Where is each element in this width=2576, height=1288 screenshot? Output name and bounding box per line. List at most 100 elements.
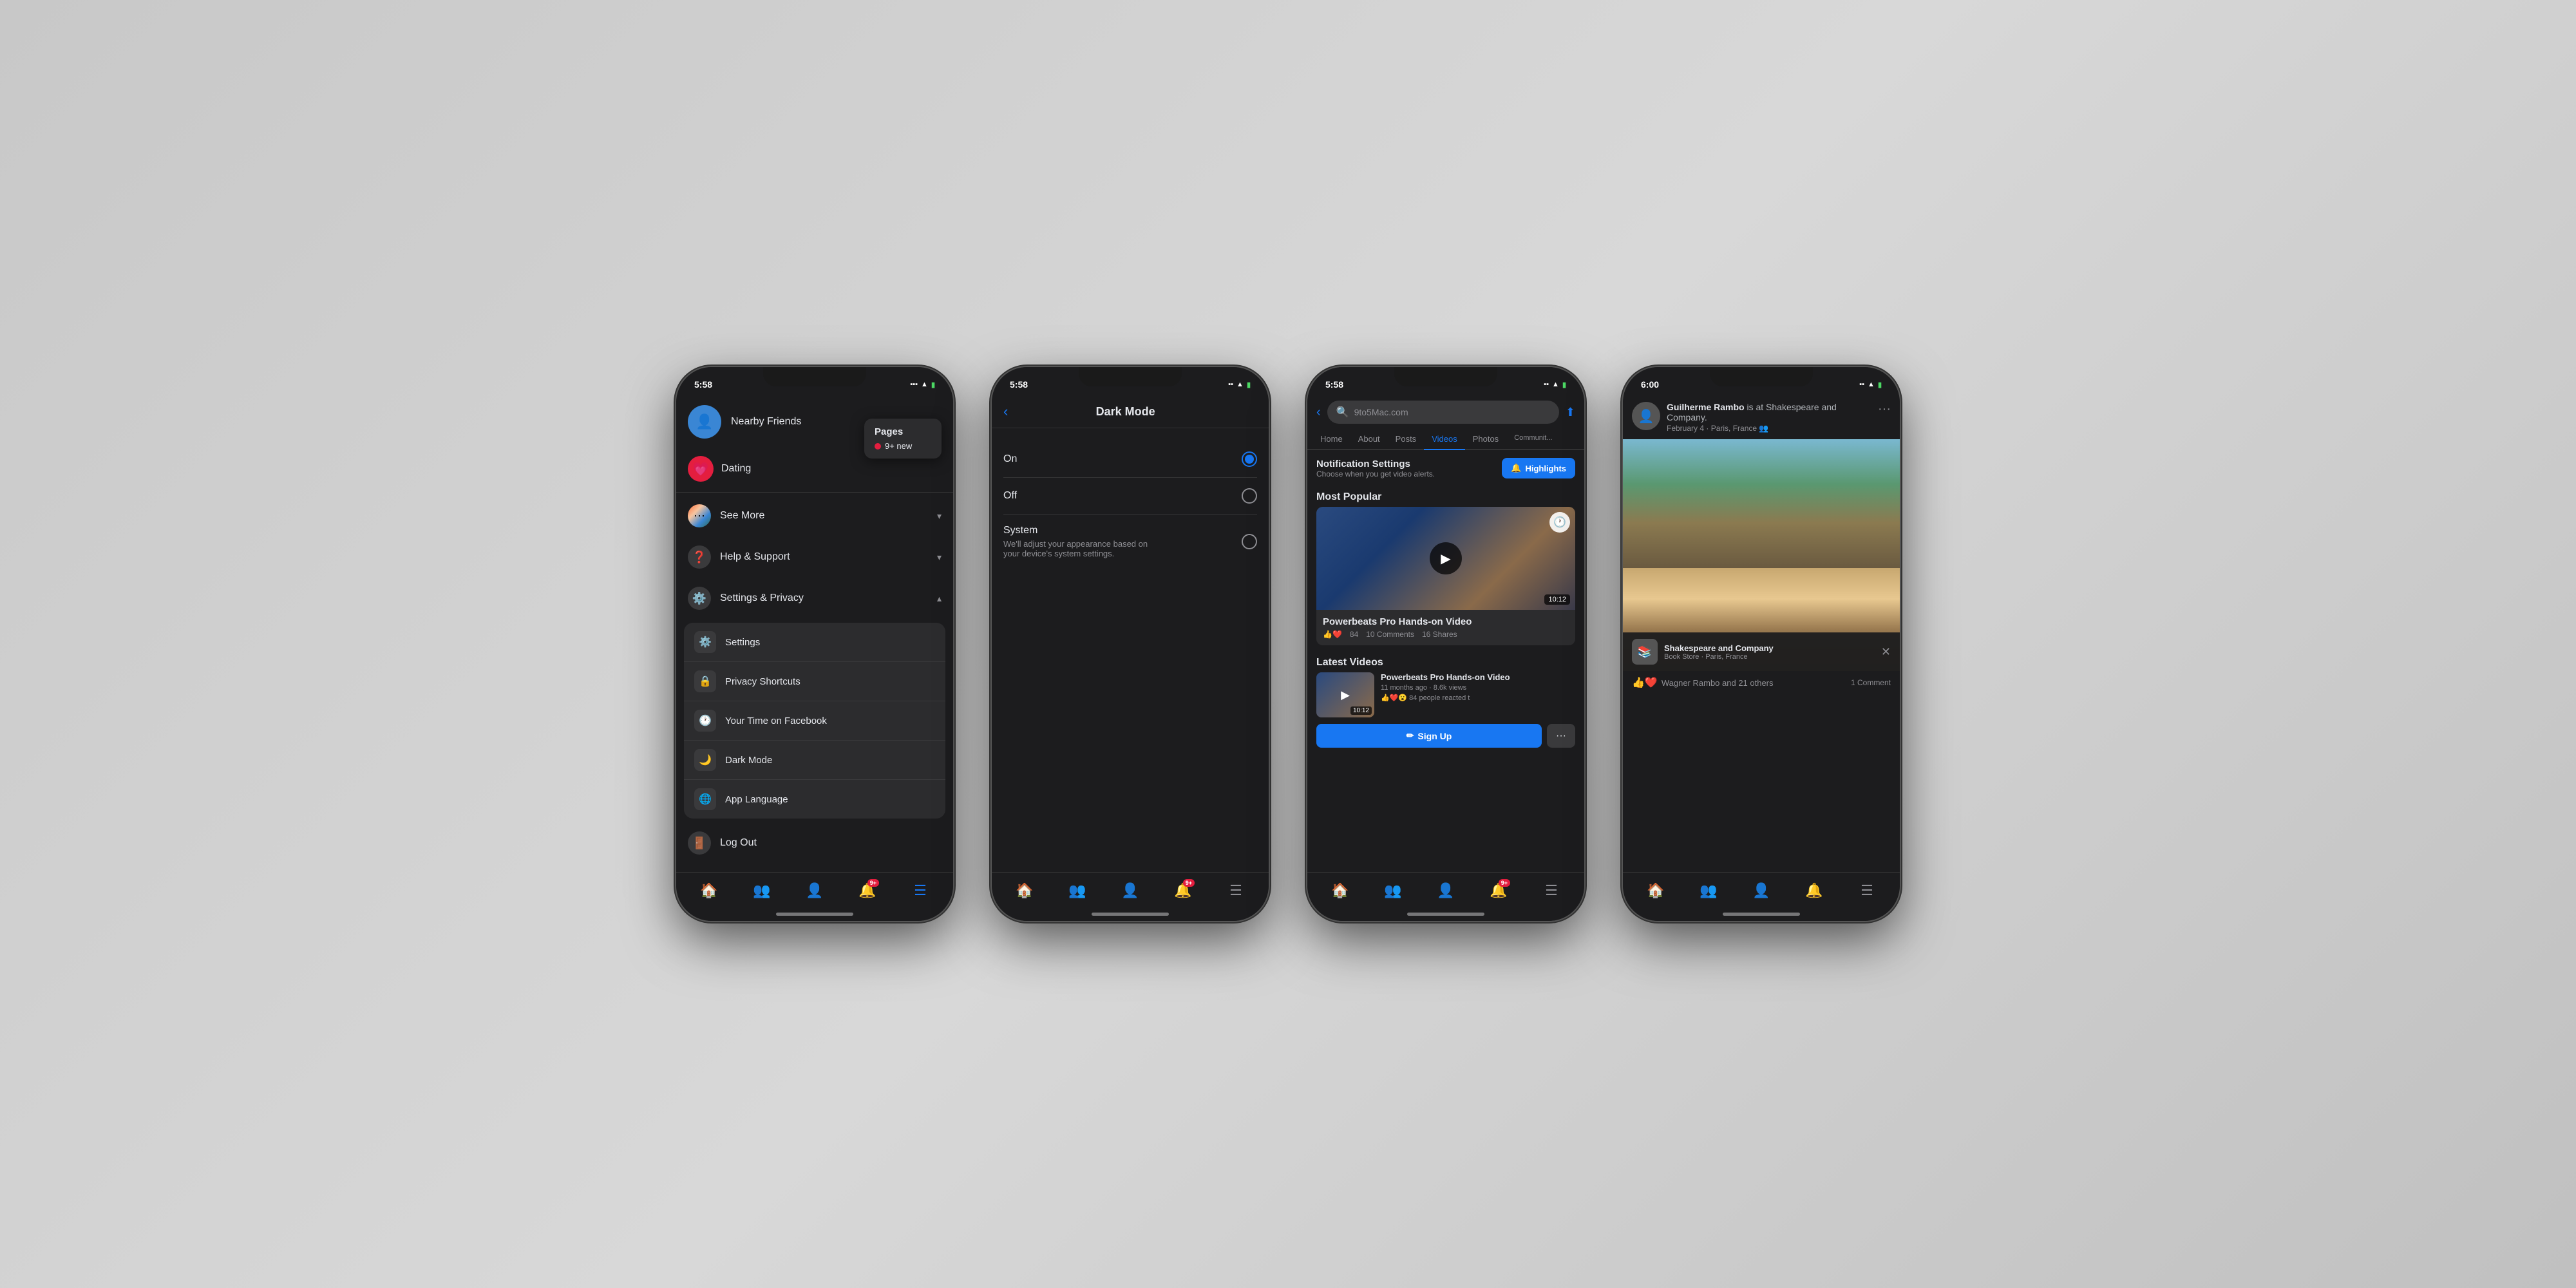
dark-mode-options: On Off System We'll adjust your appearan… <box>992 428 1269 582</box>
nav-profile-3[interactable]: 👤 <box>1433 878 1459 904</box>
most-popular-video[interactable]: 🕐 ▶ 10:12 Powerbeats Pro Hands-on Video … <box>1316 507 1575 645</box>
nav-menu-3[interactable]: ☰ <box>1539 878 1564 904</box>
phone-1: 5:58 ▪▪▪ ▲ ▮ Pages 9+ new 👤 Nearby Frien… <box>676 367 953 921</box>
settings-item-darkmode[interactable]: 🌙 Dark Mode <box>684 741 945 780</box>
back-button-3[interactable]: ‹ <box>1316 405 1321 420</box>
signal-icon-3: ▪▪ <box>1544 381 1549 388</box>
latest-info: Powerbeats Pro Hands-on Video 11 months … <box>1381 672 1575 717</box>
battery-icon-3: ▮ <box>1562 381 1566 389</box>
bottom-nav-2: 🏠 👥 👤 🔔 9+ ☰ <box>992 872 1269 908</box>
sign-up-button[interactable]: ✏ Sign Up <box>1316 724 1542 748</box>
dm-radio-system[interactable] <box>1242 534 1257 549</box>
nav-friends-1[interactable]: 👥 <box>749 878 775 904</box>
nav-notifications-3[interactable]: 🔔 9+ <box>1486 878 1511 904</box>
tab-posts-3[interactable]: Posts <box>1388 429 1425 449</box>
nav-menu-4[interactable]: ☰ <box>1854 878 1880 904</box>
dark-mode-header: ‹ Dark Mode <box>992 395 1269 428</box>
more-button[interactable]: ··· <box>1547 724 1575 748</box>
time-4: 6:00 <box>1641 379 1659 390</box>
dating-icon: 💗 <box>688 456 714 482</box>
nearby-friends-label: Nearby Friends <box>731 416 801 428</box>
tab-community-3[interactable]: Communit... <box>1506 429 1560 449</box>
post-date: February 4 · Paris, France 👥 <box>1667 424 1871 433</box>
settings-privacy-row[interactable]: ⚙️ Settings & Privacy ▴ <box>676 578 953 619</box>
divider-1 <box>676 492 953 493</box>
nav-menu-1[interactable]: ☰ <box>907 878 933 904</box>
nav-notifications-2[interactable]: 🔔 9+ <box>1170 878 1196 904</box>
notch-3 <box>1394 367 1497 386</box>
dm-radio-off[interactable] <box>1242 488 1257 504</box>
tab-about-3[interactable]: About <box>1350 429 1388 449</box>
highlights-button[interactable]: 🔔 Highlights <box>1502 458 1575 478</box>
pages-dropdown[interactable]: Pages 9+ new <box>864 419 942 459</box>
help-icon: ❓ <box>688 545 711 569</box>
logout-row[interactable]: 🚪 Log Out <box>676 822 953 864</box>
status-icons-2: ▪▪ ▲ ▮ <box>1228 381 1251 389</box>
video-thumbnail: 🕐 ▶ 10:12 <box>1316 507 1575 610</box>
dm-option-on[interactable]: On <box>1003 441 1257 478</box>
play-button[interactable]: ▶ <box>1430 542 1462 574</box>
reaction-left: 👍❤️ Wagner Rambo and 21 others <box>1632 676 1774 689</box>
home-indicator-3 <box>1407 913 1484 916</box>
settings-item-settings[interactable]: ⚙️ Settings <box>684 623 945 662</box>
nav-home-4[interactable]: 🏠 <box>1643 878 1669 904</box>
nav-friends-4[interactable]: 👥 <box>1696 878 1721 904</box>
battery-icon: ▮ <box>931 381 935 389</box>
status-icons-1: ▪▪▪ ▲ ▮ <box>910 381 935 389</box>
dm-option-off[interactable]: Off <box>1003 478 1257 515</box>
dm-option-system[interactable]: System We'll adjust your appearance base… <box>1003 515 1257 569</box>
settings-item-privacy[interactable]: 🔒 Privacy Shortcuts <box>684 662 945 701</box>
nav-home-2[interactable]: 🏠 <box>1012 878 1037 904</box>
dm-radio-on[interactable] <box>1242 451 1257 467</box>
dm-off-label: Off <box>1003 490 1017 502</box>
reaction-icons: 👍❤️ <box>1323 630 1342 639</box>
latest-meta-text: 84 people reacted t <box>1409 694 1470 702</box>
status-icons-3: ▪▪ ▲ ▮ <box>1544 381 1566 389</box>
nav-profile-2[interactable]: 👤 <box>1117 878 1143 904</box>
action-buttons: ✏ Sign Up ··· <box>1307 724 1584 753</box>
video-title: Powerbeats Pro Hands-on Video <box>1323 616 1569 627</box>
see-more-chevron: ▾ <box>937 511 942 522</box>
nav-notifications-1[interactable]: 🔔 9+ <box>855 878 880 904</box>
dm-option-system-info: System We'll adjust your appearance base… <box>1003 525 1164 558</box>
share-button-3[interactable]: ⬆ <box>1566 406 1575 419</box>
latest-video-row[interactable]: ▶ 10:12 Powerbeats Pro Hands-on Video 11… <box>1307 672 1584 724</box>
tab-photos-3[interactable]: Photos <box>1465 429 1506 449</box>
back-button-2[interactable]: ‹ <box>1003 403 1008 420</box>
search-text-3: 9to5Mac.com <box>1354 407 1550 417</box>
darkmode-sub-label: Dark Mode <box>725 755 772 766</box>
settings-left: ⚙️ Settings & Privacy <box>688 587 804 610</box>
page-card-close[interactable]: ✕ <box>1881 645 1891 659</box>
see-more-icon: ⋯ <box>688 504 711 527</box>
nav-menu-2[interactable]: ☰ <box>1223 878 1249 904</box>
bottom-nav-1: 🏠 👥 👤 🔔 9+ ☰ <box>676 872 953 908</box>
pages-badge: 9+ new <box>875 441 931 451</box>
phone-2: 5:58 ▪▪ ▲ ▮ ‹ Dark Mode On <box>992 367 1269 921</box>
dark-mode-title: Dark Mode <box>1014 405 1236 419</box>
notif-badge-1: 9+ <box>867 879 879 887</box>
help-support-row[interactable]: ❓ Help & Support ▾ <box>676 536 953 578</box>
nav-notifications-4[interactable]: 🔔 <box>1801 878 1827 904</box>
settings-item-language[interactable]: 🌐 App Language <box>684 780 945 819</box>
nav-home-3[interactable]: 🏠 <box>1327 878 1353 904</box>
nearby-friends-avatar: 👤 <box>688 405 721 439</box>
video-meta: Powerbeats Pro Hands-on Video 👍❤️ 84 10 … <box>1316 610 1575 645</box>
settings-item-time[interactable]: 🕐 Your Time on Facebook <box>684 701 945 741</box>
page-card-name: Shakespeare and Company <box>1664 643 1875 653</box>
tab-videos-3[interactable]: Videos <box>1424 429 1465 450</box>
post-avatar: 👤 <box>1632 402 1660 430</box>
nav-friends-2[interactable]: 👥 <box>1065 878 1090 904</box>
notif-title: Notification Settings <box>1316 459 1435 469</box>
settings-sub-label: Settings <box>725 637 760 648</box>
dm-system-desc: We'll adjust your appearance based on yo… <box>1003 539 1164 558</box>
see-more-row[interactable]: ⋯ See More ▾ <box>676 495 953 536</box>
notification-settings: Notification Settings Choose when you ge… <box>1307 450 1584 486</box>
post-author-name: Guilherme Rambo is at Shakespeare and Co… <box>1667 402 1871 422</box>
post-menu-button[interactable]: ··· <box>1878 402 1891 417</box>
search-bar-3[interactable]: 🔍 9to5Mac.com <box>1327 401 1559 424</box>
nav-home-1[interactable]: 🏠 <box>696 878 722 904</box>
nav-friends-3[interactable]: 👥 <box>1380 878 1406 904</box>
tab-home-3[interactable]: Home <box>1312 429 1350 449</box>
nav-profile-1[interactable]: 👤 <box>802 878 828 904</box>
nav-profile-4[interactable]: 👤 <box>1748 878 1774 904</box>
